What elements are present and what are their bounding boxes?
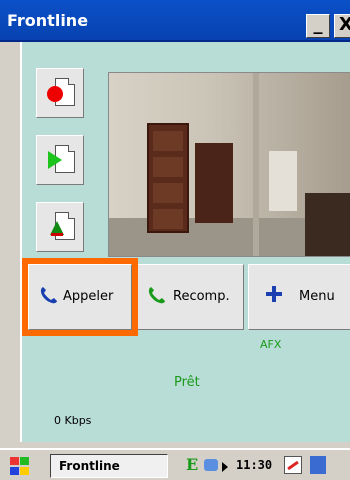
start-button[interactable] xyxy=(8,455,30,477)
taskbar-app-button[interactable]: Frontline xyxy=(50,454,168,478)
sync-status-icon[interactable] xyxy=(284,456,302,474)
record-dot-icon xyxy=(47,86,63,102)
codec-label: AFX xyxy=(260,338,282,351)
picture-icon-base xyxy=(51,233,63,236)
status-text: Prêt xyxy=(174,375,200,390)
windows-flag-icon xyxy=(10,457,19,465)
redial-button-label: Recomp. xyxy=(173,289,230,304)
bitrate-readout: 0 Kbps xyxy=(54,414,92,427)
call-button-highlight xyxy=(22,258,138,336)
clock[interactable]: 11:30 xyxy=(236,458,272,472)
plus-icon xyxy=(265,285,283,303)
menu-button-label: Menu xyxy=(299,289,335,304)
keyboard-icon[interactable] xyxy=(310,456,326,474)
minimize-button[interactable]: _ xyxy=(306,14,330,38)
taskbar: Frontline E 11:30 xyxy=(0,448,350,480)
menu-button[interactable]: Menu xyxy=(248,264,350,330)
tray-expand-icon[interactable] xyxy=(222,462,228,472)
play-icon xyxy=(48,151,62,169)
record-button[interactable] xyxy=(36,68,84,118)
redial-button[interactable]: Recomp. xyxy=(136,264,244,330)
phone-green-icon xyxy=(148,287,165,304)
window-title: Frontline xyxy=(7,11,89,30)
play-button[interactable] xyxy=(36,135,84,185)
input-method-icon[interactable]: E xyxy=(186,455,198,474)
network-icon[interactable] xyxy=(204,459,218,471)
camera-preview xyxy=(108,72,350,257)
main-panel: Appeler Recomp. Menu AFX Prêt 0 Kbps xyxy=(20,42,350,442)
close-button[interactable]: X xyxy=(334,14,350,38)
title-bar: Frontline _ X xyxy=(0,0,350,42)
picture-button[interactable] xyxy=(36,202,84,252)
